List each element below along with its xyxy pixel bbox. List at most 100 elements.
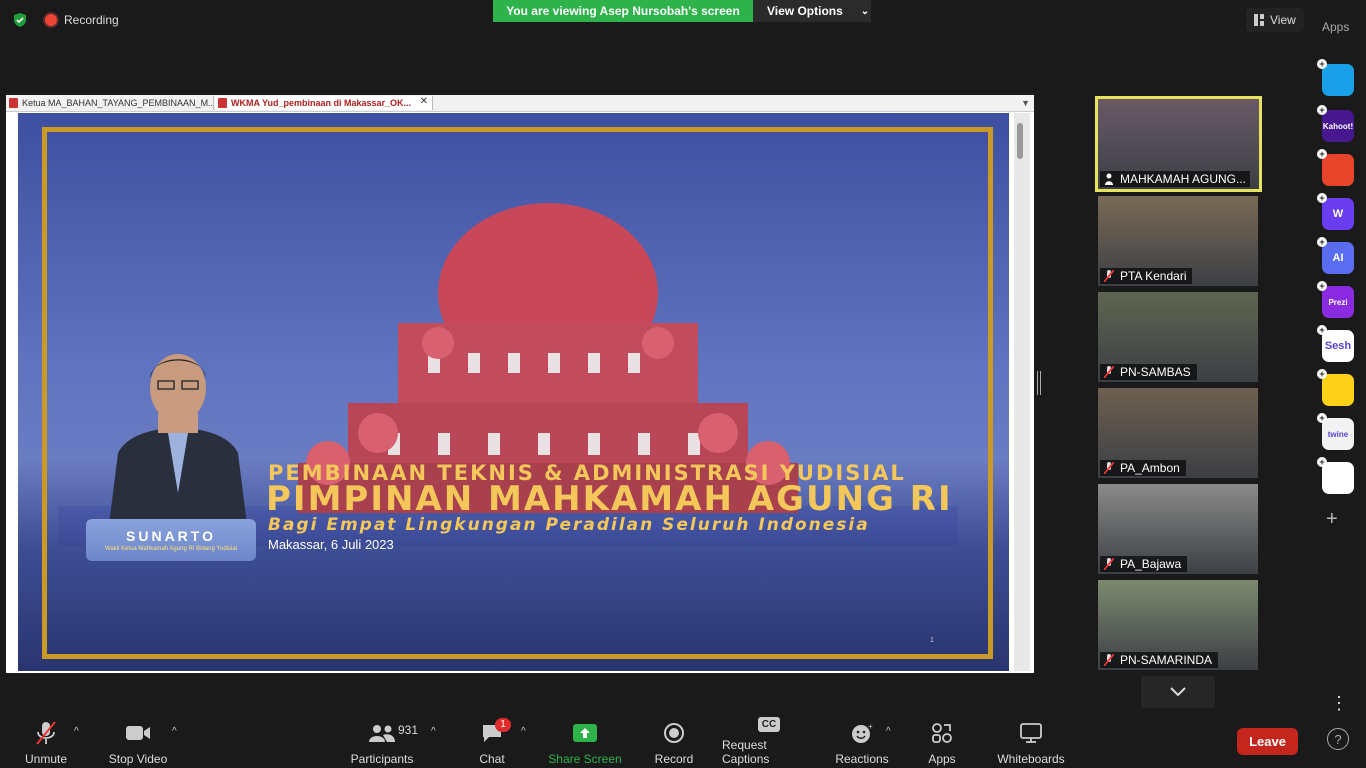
chat-label: Chat: [479, 752, 505, 766]
request-captions-button[interactable]: CC Request Captions: [722, 717, 816, 766]
participant-video-tile[interactable]: MAHKAMAH AGUNG...: [1095, 96, 1262, 192]
recording-label[interactable]: Recording: [64, 13, 119, 27]
muted-mic-icon: [1104, 270, 1114, 282]
participant-name-label: PN-SAMBAS: [1100, 364, 1197, 380]
participant-video-tile[interactable]: PA_Bajawa: [1098, 484, 1258, 574]
add-app-icon[interactable]: +: [1326, 508, 1338, 531]
participant-name: PA_Ambon: [1120, 461, 1180, 475]
ai-app-icon[interactable]: + AI: [1317, 237, 1354, 274]
share-screen-icon: [573, 724, 597, 742]
muted-microphone-icon: [36, 721, 56, 745]
view-layout-icon: [1254, 14, 1264, 26]
add-app-plus-icon: +: [1317, 149, 1327, 159]
participant-name-label: PN-SAMARINDA: [1100, 652, 1219, 668]
add-app-plus-icon: +: [1317, 457, 1327, 467]
video-options-caret-icon[interactable]: ^: [172, 726, 177, 737]
add-app-plus-icon: +: [1317, 59, 1327, 69]
participant-video-tile[interactable]: PTA Kendari: [1098, 196, 1258, 286]
app-label: Kahoot!: [1322, 121, 1354, 131]
reactions-caret-icon[interactable]: ^: [886, 726, 891, 737]
blocks-app-icon[interactable]: +: [1317, 457, 1354, 494]
more-options-icon[interactable]: ⋮: [1330, 693, 1348, 714]
add-app-plus-icon: +: [1317, 193, 1327, 203]
view-options-label: View Options: [767, 4, 843, 18]
play-app-icon[interactable]: +: [1317, 59, 1354, 96]
unmute-button[interactable]: Unmute: [22, 720, 70, 766]
participant-count: 931: [398, 723, 419, 737]
video-camera-icon: [126, 726, 150, 740]
reactions-button[interactable]: + Reactions: [834, 720, 890, 766]
viewing-banner: You are viewing Asep Nursobah's screen: [493, 0, 753, 22]
document-tab-label: WKMA Yud_pembinaan di Makassar_OK...: [231, 98, 412, 108]
participant-name: PTA Kendari: [1120, 269, 1187, 283]
record-icon: [664, 723, 684, 743]
recording-dot-icon: [45, 14, 57, 26]
document-tab-bar: Ketua MA_BAHAN_TAYANG_PEMBINAAN_M... WKM…: [6, 95, 1034, 112]
document-tab-active[interactable]: WKMA Yud_pembinaan di Makassar_OK... ✕: [215, 96, 433, 110]
chat-unread-badge: 1: [495, 718, 511, 732]
apps-label: Apps: [928, 752, 956, 766]
tab-dropdown-icon[interactable]: ▼: [1021, 98, 1030, 108]
document-tab-label: Ketua MA_BAHAN_TAYANG_PEMBINAAN_M...: [22, 98, 214, 108]
spotlight-person-icon: [1105, 173, 1113, 185]
participants-icon: [369, 725, 395, 742]
view-button[interactable]: View: [1246, 8, 1304, 32]
kahoot-icon[interactable]: + Kahoot!: [1317, 105, 1354, 142]
add-app-plus-icon: +: [1317, 237, 1327, 247]
participant-name: PA_Bajawa: [1120, 557, 1182, 571]
apps-button[interactable]: Apps: [920, 720, 964, 766]
red-app-icon[interactable]: +: [1317, 149, 1354, 186]
participants-label: Participants: [350, 752, 414, 766]
slide-page-number: 1: [930, 637, 934, 644]
request-captions-label: Request Captions: [722, 738, 770, 766]
pdf-icon: [9, 98, 18, 108]
svg-text:+: +: [868, 722, 873, 731]
captions-cc-icon: CC: [757, 717, 781, 732]
add-app-plus-icon: +: [1317, 413, 1327, 423]
gallery-next-page-button[interactable]: [1141, 676, 1215, 708]
view-options-button[interactable]: View Options ⌄: [753, 0, 871, 22]
app-label: twine: [1327, 429, 1349, 439]
participant-name: MAHKAMAH AGUNG...: [1120, 172, 1247, 186]
whiteboards-label: Whiteboards: [997, 752, 1065, 766]
reactions-smiley-icon: +: [852, 722, 873, 743]
app-label: W: [1332, 208, 1344, 220]
document-scroll-thumb[interactable]: [1017, 123, 1023, 159]
close-tab-icon[interactable]: ✕: [420, 96, 428, 107]
reactions-label: Reactions: [835, 752, 889, 766]
stop-video-button[interactable]: Stop Video: [106, 720, 170, 766]
add-app-plus-icon: +: [1317, 105, 1327, 115]
document-scrollbar[interactable]: [1014, 113, 1030, 671]
audio-options-caret-icon[interactable]: ^: [74, 726, 79, 737]
participants-caret-icon[interactable]: ^: [431, 726, 436, 737]
record-button[interactable]: Record: [652, 720, 696, 766]
slide-gold-frame: [42, 127, 993, 659]
wooclap-icon[interactable]: + W: [1317, 193, 1354, 230]
leave-meeting-button[interactable]: Leave: [1237, 728, 1298, 755]
twine-icon[interactable]: + twine: [1317, 413, 1354, 450]
app-label: Sesh: [1324, 340, 1352, 352]
share-screen-button[interactable]: Share Screen: [548, 720, 622, 766]
sesh-icon[interactable]: + Sesh: [1317, 325, 1354, 362]
record-label: Record: [654, 752, 694, 766]
participant-video-tile[interactable]: PN-SAMBAS: [1098, 292, 1258, 382]
chevron-down-icon: ⌄: [860, 5, 870, 17]
add-app-plus-icon: +: [1317, 281, 1327, 291]
muted-mic-icon: [1104, 654, 1114, 666]
document-tab[interactable]: Ketua MA_BAHAN_TAYANG_PEMBINAAN_M...: [6, 96, 214, 110]
whiteboards-button[interactable]: Whiteboards: [994, 720, 1068, 766]
chat-caret-icon[interactable]: ^: [521, 726, 526, 737]
participant-video-tile[interactable]: PN-SAMARINDA: [1098, 580, 1258, 670]
panel-splitter-handle[interactable]: [1037, 371, 1041, 395]
emoji-app-icon[interactable]: +: [1317, 369, 1354, 406]
share-screen-label: Share Screen: [548, 752, 622, 766]
prezi-icon[interactable]: + Prezi: [1317, 281, 1354, 318]
unmute-label: Unmute: [24, 752, 68, 766]
chevron-down-icon: [1170, 687, 1186, 697]
app-label: Prezi: [1328, 297, 1348, 307]
whiteboard-icon: [1020, 723, 1042, 743]
participant-video-tile[interactable]: PA_Ambon: [1098, 388, 1258, 478]
security-shield-icon[interactable]: [12, 12, 28, 28]
participant-name: PN-SAMBAS: [1120, 365, 1191, 379]
help-icon[interactable]: ?: [1327, 728, 1349, 750]
